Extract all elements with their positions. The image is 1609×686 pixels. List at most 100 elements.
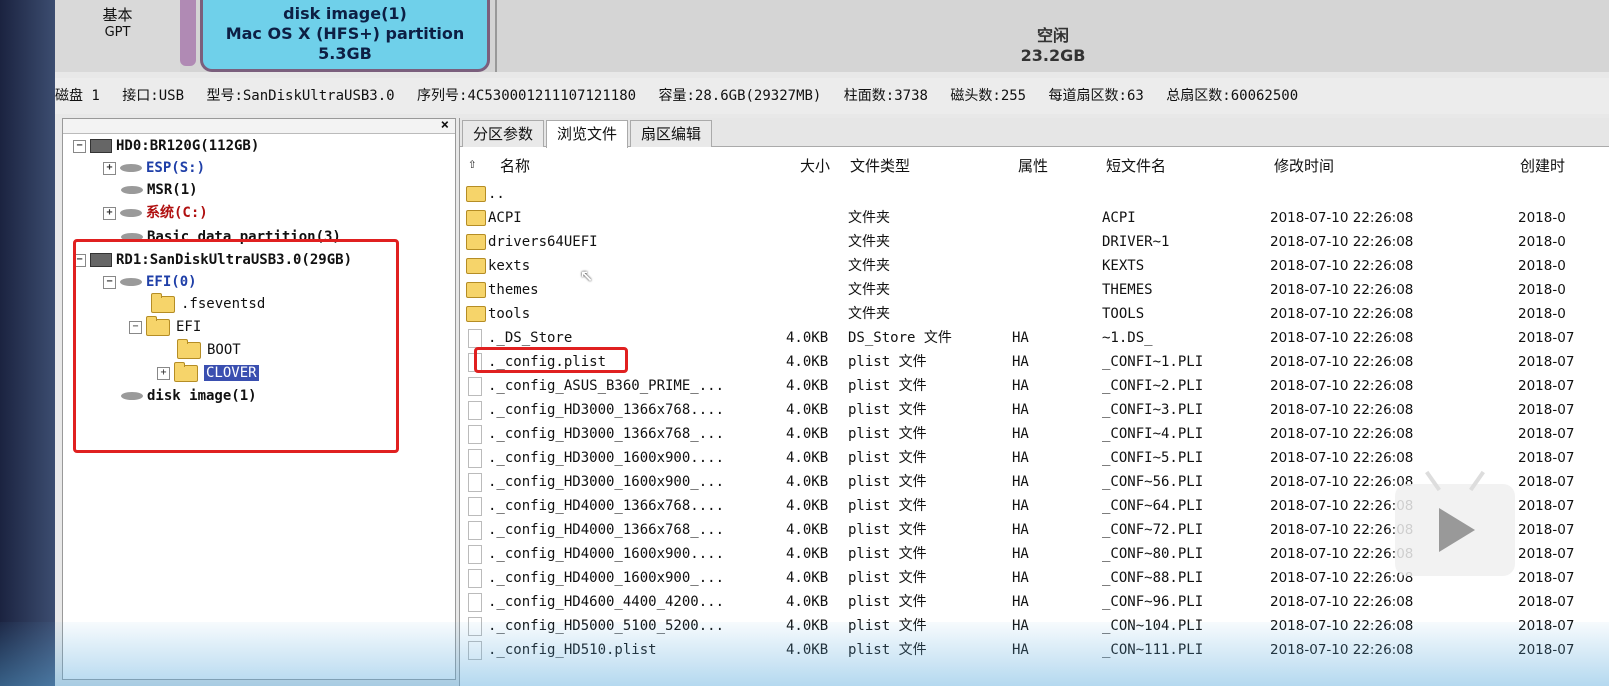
file-short-name: _CONFI~2.PLI [1102,378,1204,394]
file-name: ._config_HD4000_1600x900.... [488,546,725,562]
file-type: plist 文件 [848,354,927,370]
file-short-name: _CONF~88.PLI [1102,570,1204,586]
file-created-time: 2018-07 [1518,570,1575,586]
file-created-time: 2018-07 [1518,474,1575,490]
file-name: ._config_HD3000_1366x768_... [488,426,725,442]
disk-map-basic-gpt: 基本 GPT [55,0,180,72]
file-icon [468,329,482,348]
file-type: plist 文件 [848,594,927,610]
file-icon [468,425,482,444]
expand-icon[interactable]: + [103,206,116,220]
file-icon [468,377,482,396]
file-row[interactable]: ._config.plist 4.0KB plist 文件 HA _CONFI~1.PL… [460,350,1609,374]
col-header-attr[interactable]: 属性 [1018,154,1048,178]
file-short-name: _CONFI~5.PLI [1102,450,1204,466]
disk-map-small-partition[interactable] [180,0,196,66]
file-short-name: DRIVER~1 [1102,234,1170,250]
file-modified-time: 2018-07-10 22:26:08 [1270,546,1414,562]
file-modified-time: 2018-07-10 22:26:08 [1270,306,1414,322]
close-icon[interactable]: × [441,117,449,133]
file-attributes: HA [1012,354,1029,370]
col-header-type[interactable]: 文件类型 [850,154,910,178]
file-row[interactable]: ._config_HD4600_4400_4200... 4.0KB plist 文… [460,590,1609,614]
file-short-name: _CONF~96.PLI [1102,594,1204,610]
file-row[interactable]: ._config_HD3000_1600x900.... 4.0KB plist 文… [460,446,1609,470]
folder-icon [466,306,486,322]
tree-node-label: MSR(1) [147,182,198,198]
collapse-icon[interactable]: − [73,139,86,153]
tab-partition-params[interactable]: 分区参数 [462,120,545,147]
file-row[interactable]: ._config_HD3000_1366x768.... 4.0KB plist 文… [460,398,1609,422]
file-name: drivers64UEFI [488,234,598,250]
tree-node-hd0[interactable]: − HD0:BR120G(112GB) [73,135,259,157]
col-header-name[interactable]: 名称 [500,154,530,178]
parent-dir-row[interactable]: .. [460,182,1609,206]
file-modified-time: 2018-07-10 22:26:08 [1270,474,1414,490]
disk-tree-pane: × − HD0:BR120G(112GB) + ESP(S:) MSR(1) + 系统… [62,117,456,680]
up-arrow-icon[interactable]: ⇧ [468,156,476,172]
file-type: 文件夹 [848,282,890,298]
tab-browse-files[interactable]: 浏览文件 [546,120,629,148]
folder-row[interactable]: tools 文件夹 TOOLS 2018-07-10 22:26:08 2018-0 [460,302,1609,326]
col-header-size[interactable]: 大小 [800,154,830,178]
file-created-time: 2018-0 [1518,258,1566,274]
disk-number: 磁盘 1 [55,88,100,104]
file-short-name: _CONFI~1.PLI [1102,354,1204,370]
image-fs: Mac OS X (HFS+) partition [225,24,465,43]
tree-node-msr[interactable]: MSR(1) [121,179,198,201]
folder-row[interactable]: kexts 文件夹 KEXTS 2018-07-10 22:26:08 2018-0 [460,254,1609,278]
file-row[interactable]: ._DS_Store 4.0KB DS_Store 文件 HA ~1.DS_ 2018-0… [460,326,1609,350]
disk-model: 型号:SanDiskUltraUSB3.0 [206,88,395,104]
file-row[interactable]: ._config_ASUS_B360_PRIME_... 4.0KB plist 文… [460,374,1609,398]
folder-row[interactable]: drivers64UEFI 文件夹 DRIVER~1 2018-07-10 22:26… [460,230,1609,254]
tree-node-esp[interactable]: + ESP(S:) [103,157,205,179]
partition-icon [120,209,142,217]
file-modified-time: 2018-07-10 22:26:08 [1270,594,1414,610]
file-created-time: 2018-07 [1518,546,1575,562]
file-type: plist 文件 [848,378,927,394]
file-short-name: _CONF~80.PLI [1102,546,1204,562]
folder-row[interactable]: ACPI 文件夹 ACPI 2018-07-10 22:26:08 2018-0 [460,206,1609,230]
file-modified-time: 2018-07-10 22:26:08 [1270,570,1414,586]
file-created-time: 2018-07 [1518,522,1575,538]
disk-map: 基本 GPT disk image(1) Mac OS X (HFS+) par… [55,0,1609,72]
folder-icon [466,258,486,274]
disk-map-image-partition[interactable]: disk image(1) Mac OS X (HFS+) partition … [200,0,490,72]
partition-icon [120,164,142,172]
highlight-annotation-box [73,239,399,453]
file-attributes: HA [1012,570,1029,586]
file-modified-time: 2018-07-10 22:26:08 [1270,234,1414,250]
folder-row[interactable]: themes 文件夹 THEMES 2018-07-10 22:26:08 2018-0 [460,278,1609,302]
file-type: DS_Store 文件 [848,330,952,346]
col-header-created[interactable]: 创建时 [1520,154,1565,178]
file-size: 4.0KB [786,450,829,466]
file-name: ._config_HD3000_1366x768.... [488,402,725,418]
tree-node-system[interactable]: + 系统(C:) [103,202,208,224]
disk-serial: 序列号:4C530001211107121180 [417,88,637,104]
file-modified-time: 2018-07-10 22:26:08 [1270,330,1414,346]
file-row[interactable]: ._config_HD3000_1366x768_... 4.0KB plist 文… [460,422,1609,446]
expand-icon[interactable]: + [103,161,116,175]
file-icon [468,593,482,612]
file-type: 文件夹 [848,258,890,274]
file-created-time: 2018-0 [1518,282,1566,298]
col-header-modified[interactable]: 修改时间 [1274,154,1334,178]
file-short-name: _CONFI~3.PLI [1102,402,1204,418]
file-size: 4.0KB [786,570,829,586]
tab-sector-edit[interactable]: 扇区编辑 [630,120,713,147]
play-icon [1439,508,1475,552]
hard-disk-icon [90,139,112,153]
file-size: 4.0KB [786,330,829,346]
video-play-button[interactable] [1395,470,1515,576]
file-created-time: 2018-0 [1518,210,1566,226]
disk-map-free-space[interactable]: 空闲 23.2GB [495,0,1609,72]
tree-node-label: HD0:BR120G(112GB) [116,138,260,154]
file-type: plist 文件 [848,498,927,514]
highlight-annotation-box [474,347,628,373]
image-name: disk image(1) [283,4,407,23]
tree-node-label: ESP(S:) [146,160,206,176]
file-attributes: HA [1012,474,1029,490]
tree-pane-header: × [63,117,455,134]
col-header-short-name[interactable]: 短文件名 [1106,154,1166,178]
file-created-time: 2018-07 [1518,402,1575,418]
